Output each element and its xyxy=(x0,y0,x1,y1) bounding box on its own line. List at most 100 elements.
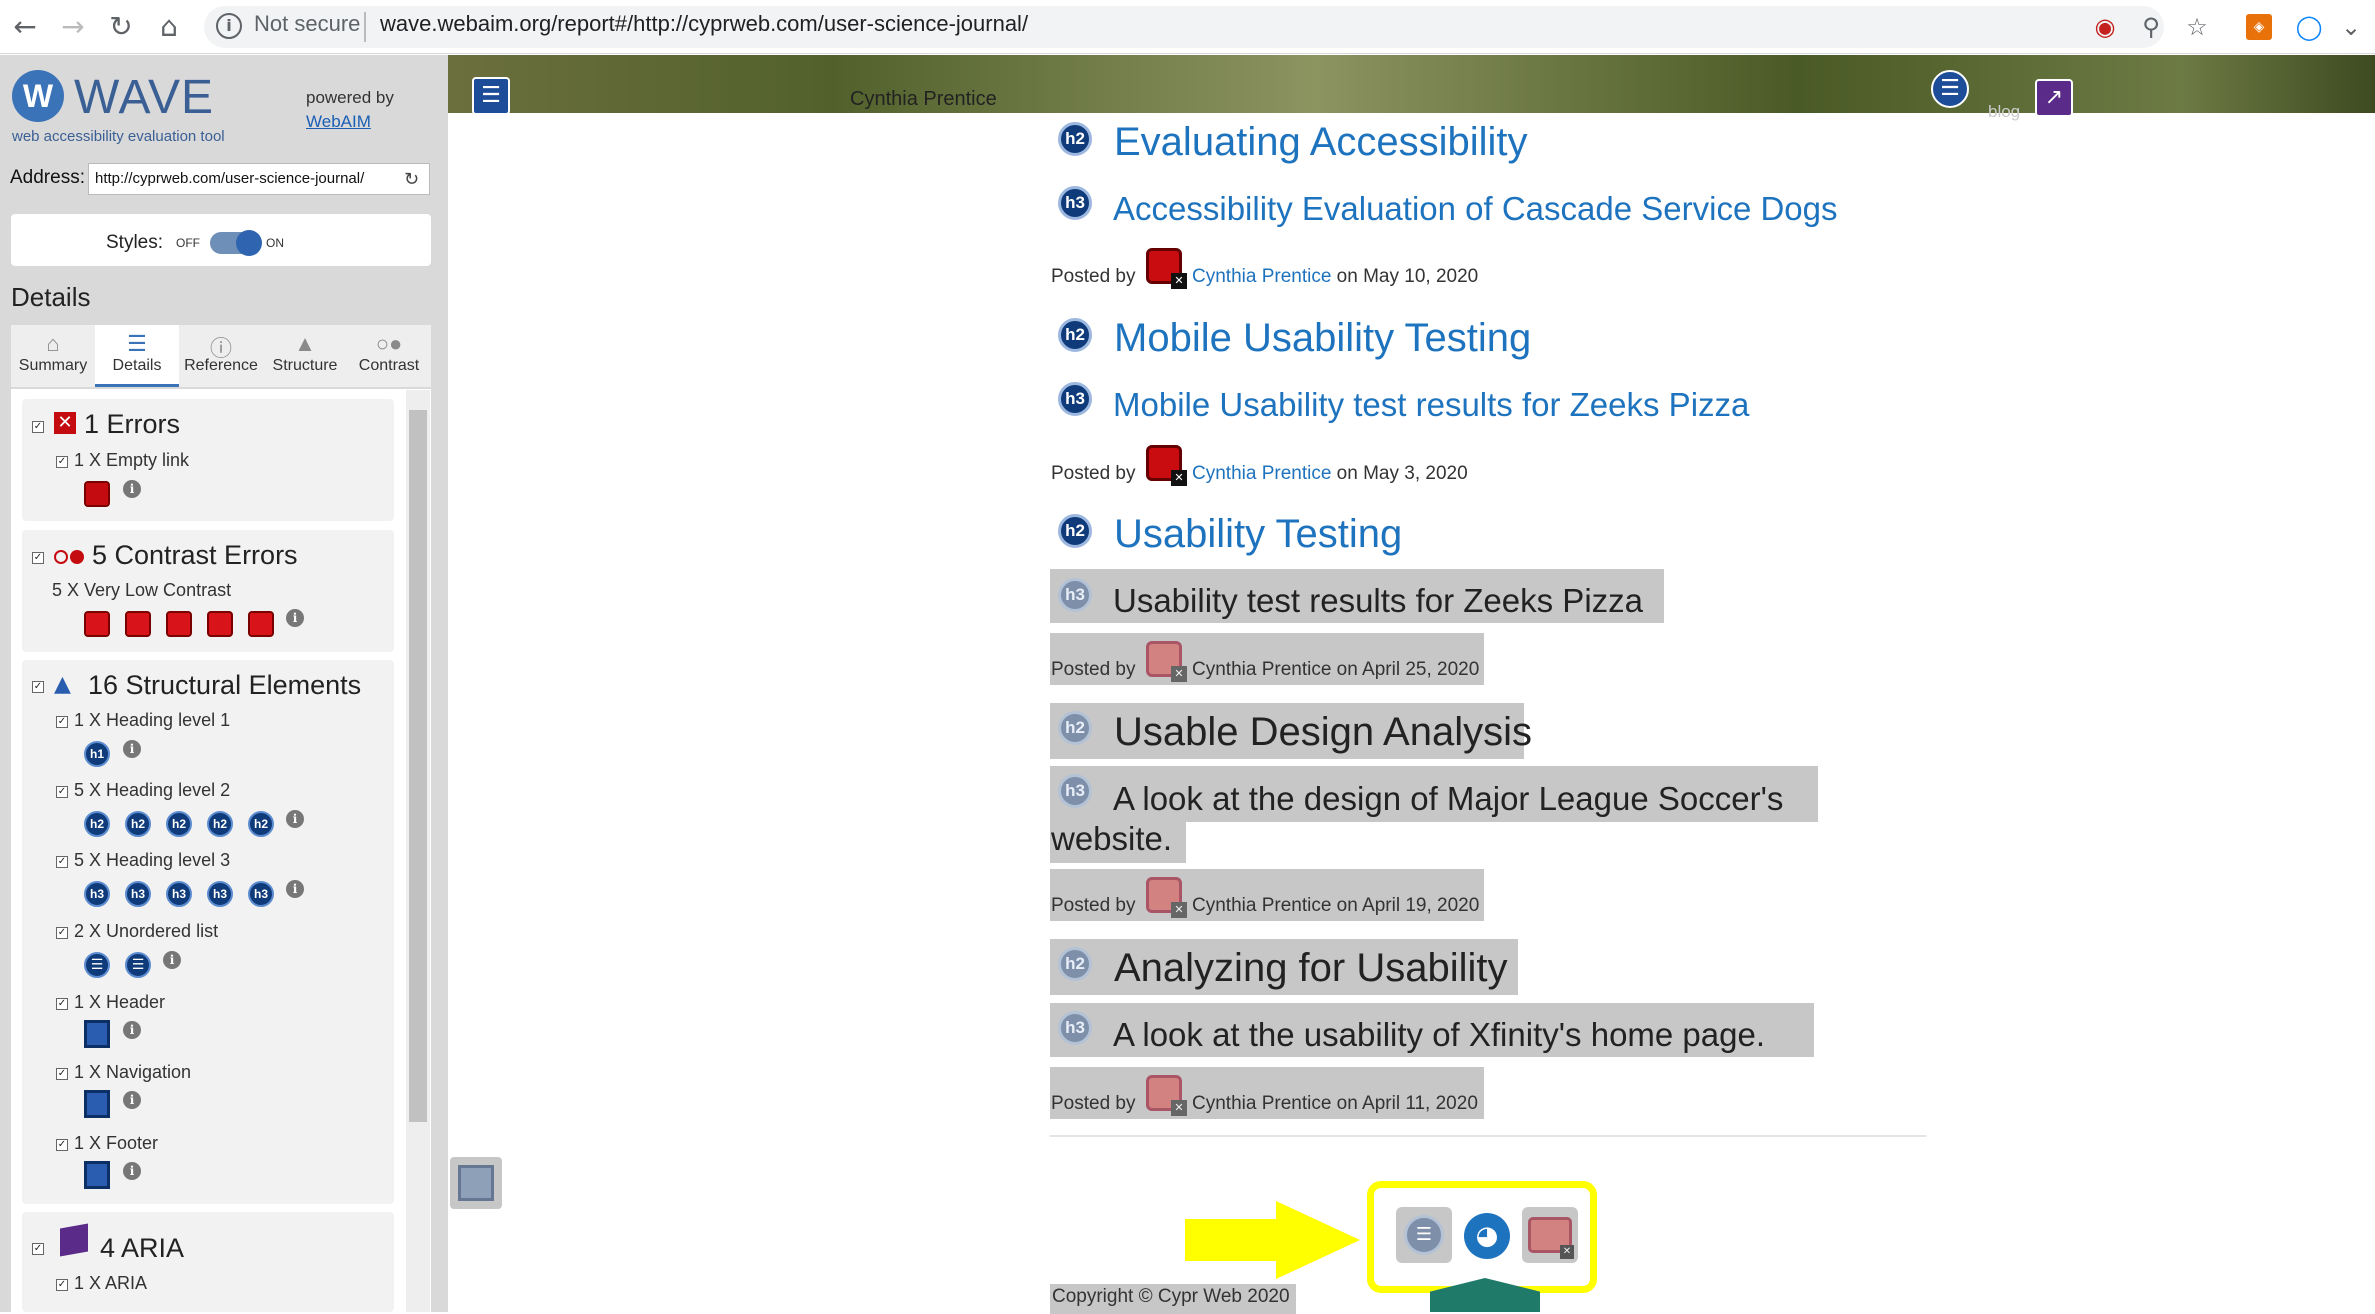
header-checkbox[interactable]: ✓ xyxy=(56,998,68,1010)
post-subtitle-link[interactable]: Mobile Usability test results for Zeeks … xyxy=(1113,386,1749,424)
info-icon[interactable]: i xyxy=(123,1162,141,1180)
post-subtitle-link[interactable]: A look at the design of Major League Soc… xyxy=(1113,780,1783,818)
post-title-link[interactable]: Analyzing for Usability xyxy=(1114,946,1508,991)
home-icon[interactable]: ⌂ xyxy=(150,8,188,46)
empty-link-error-icon[interactable]: ✕ xyxy=(1146,445,1187,486)
aria-icon[interactable]: ↗ xyxy=(2035,79,2073,117)
tab-reference[interactable]: ⓘ Reference xyxy=(179,325,263,387)
post-title-link[interactable]: Usable Design Analysis xyxy=(1114,710,1532,755)
empty-link-checkbox[interactable]: ✓ xyxy=(56,456,68,468)
footer-region-icon[interactable] xyxy=(458,1165,494,1201)
h3-badge[interactable]: h3 xyxy=(1058,186,1092,220)
post-title-link[interactable]: Mobile Usability Testing xyxy=(1114,316,1531,361)
info-icon[interactable]: i xyxy=(216,13,242,39)
info-icon[interactable]: i xyxy=(123,740,141,758)
aria-checkbox[interactable]: ✓ xyxy=(32,1243,44,1255)
post-subtitle-link[interactable]: Accessibility Evaluation of Cascade Serv… xyxy=(1113,190,1838,228)
header-region-icon[interactable] xyxy=(84,1020,110,1048)
post-subtitle-link[interactable]: A look at the usability of Xfinity's hom… xyxy=(1113,1016,1765,1054)
h3-checkbox[interactable]: ✓ xyxy=(56,856,68,868)
sidebar-scrollbar-thumb[interactable] xyxy=(409,410,427,1122)
cookie-blocked-icon[interactable]: ◉ xyxy=(2090,12,2120,42)
empty-link-error-icon[interactable]: ✕ xyxy=(1146,877,1187,918)
info-icon[interactable]: i xyxy=(123,1021,141,1039)
url-text[interactable]: wave.webaim.org/report#/http://cyprweb.c… xyxy=(380,11,1028,37)
unordered-list-icon[interactable]: ☰ xyxy=(1931,70,1969,108)
tab-structure[interactable]: ▲ Structure xyxy=(263,325,347,387)
h2-badge[interactable]: h2 xyxy=(1058,318,1092,352)
refresh-icon[interactable]: ↻ xyxy=(404,169,419,190)
h2-checkbox[interactable]: ✓ xyxy=(56,786,68,798)
h1-badge[interactable]: h1 xyxy=(84,741,110,767)
back-icon[interactable]: ← xyxy=(6,8,44,46)
empty-link-error-icon[interactable]: ✕ xyxy=(1146,641,1187,682)
info-icon[interactable]: i xyxy=(286,810,304,828)
info-icon[interactable]: i xyxy=(123,480,141,498)
post-subtitle-link[interactable]: Usability test results for Zeeks Pizza xyxy=(1113,582,1643,620)
info-icon[interactable]: i xyxy=(286,880,304,898)
unordered-list-icon[interactable]: ☰ xyxy=(125,952,151,978)
zoom-icon[interactable]: ⚲ xyxy=(2136,12,2166,42)
author-link[interactable]: Cynthia Prentice xyxy=(1192,659,1331,680)
github-icon[interactable]: ◕ xyxy=(1464,1213,1510,1259)
info-icon[interactable]: i xyxy=(163,951,181,969)
navigation-checkbox[interactable]: ✓ xyxy=(56,1068,68,1080)
contrast-error-icon[interactable] xyxy=(166,611,192,637)
extension-icon[interactable]: ◈ xyxy=(2246,14,2272,40)
navigation-region-icon[interactable] xyxy=(84,1090,110,1118)
styles-toggle-knob[interactable] xyxy=(236,230,262,256)
webaim-link[interactable]: WebAIM xyxy=(306,112,371,132)
header-region-icon[interactable]: ☰ xyxy=(472,77,510,115)
h2-badge[interactable]: h2 xyxy=(207,811,233,837)
h2-badge[interactable]: h2 xyxy=(248,811,274,837)
forward-icon[interactable]: → xyxy=(54,8,92,46)
errors-checkbox[interactable]: ✓ xyxy=(32,421,44,433)
info-icon[interactable]: i xyxy=(123,1091,141,1109)
h1-checkbox[interactable]: ✓ xyxy=(56,716,68,728)
contrast-checkbox[interactable]: ✓ xyxy=(32,552,44,564)
h3-badge[interactable]: h3 xyxy=(1058,1011,1092,1045)
aria-item-checkbox[interactable]: ✓ xyxy=(56,1279,68,1291)
hero-blog-link[interactable]: blog xyxy=(1988,102,2020,122)
bookmark-star-icon[interactable]: ☆ xyxy=(2182,12,2212,42)
contrast-error-icon[interactable] xyxy=(125,611,151,637)
contrast-error-icon[interactable] xyxy=(84,611,110,637)
tab-summary[interactable]: ⌂ Summary xyxy=(11,325,95,387)
h3-badge[interactable]: h3 xyxy=(207,881,233,907)
contrast-error-icon[interactable] xyxy=(207,611,233,637)
extension-circle-icon[interactable]: ◯ xyxy=(2294,12,2324,42)
h2-badge[interactable]: h2 xyxy=(84,811,110,837)
reload-icon[interactable]: ↻ xyxy=(102,8,140,46)
h3-badge[interactable]: h3 xyxy=(1058,774,1092,808)
h3-badge[interactable]: h3 xyxy=(248,881,274,907)
ul-checkbox[interactable]: ✓ xyxy=(56,927,68,939)
h2-badge[interactable]: h2 xyxy=(1058,122,1092,156)
empty-link-error-icon[interactable]: ✕ xyxy=(1146,248,1187,289)
footer-checkbox[interactable]: ✓ xyxy=(56,1139,68,1151)
h2-badge[interactable]: h2 xyxy=(1058,947,1092,981)
empty-link-error-icon[interactable]: ✕ xyxy=(1146,1075,1187,1116)
h3-badge[interactable]: h3 xyxy=(1058,382,1092,416)
h3-badge[interactable]: h3 xyxy=(166,881,192,907)
empty-link-icon[interactable] xyxy=(84,481,110,507)
footer-region-icon[interactable] xyxy=(84,1161,110,1189)
h3-badge[interactable]: h3 xyxy=(84,881,110,907)
unordered-list-icon[interactable]: ☰ xyxy=(1404,1215,1444,1255)
author-link[interactable]: Cynthia Prentice xyxy=(1192,463,1331,484)
address-input[interactable]: http://cyprweb.com/user-science-journal/ xyxy=(88,163,430,195)
h2-badge[interactable]: h2 xyxy=(125,811,151,837)
h2-badge[interactable]: h2 xyxy=(1058,711,1092,745)
post-title-link[interactable]: Evaluating Accessibility xyxy=(1114,120,1528,165)
menu-icon[interactable]: ⌄ xyxy=(2336,12,2366,42)
tab-details[interactable]: ☰ Details xyxy=(95,325,179,387)
author-link[interactable]: Cynthia Prentice xyxy=(1192,895,1331,916)
tab-contrast[interactable]: ○● Contrast xyxy=(347,325,431,387)
contrast-error-icon[interactable] xyxy=(248,611,274,637)
author-link[interactable]: Cynthia Prentice xyxy=(1192,266,1331,287)
author-link[interactable]: Cynthia Prentice xyxy=(1192,1093,1331,1114)
h3-badge[interactable]: h3 xyxy=(125,881,151,907)
info-icon[interactable]: i xyxy=(286,609,304,627)
h3-badge[interactable]: h3 xyxy=(1058,578,1092,612)
h2-badge[interactable]: h2 xyxy=(1058,514,1092,548)
structural-checkbox[interactable]: ✓ xyxy=(32,681,44,693)
